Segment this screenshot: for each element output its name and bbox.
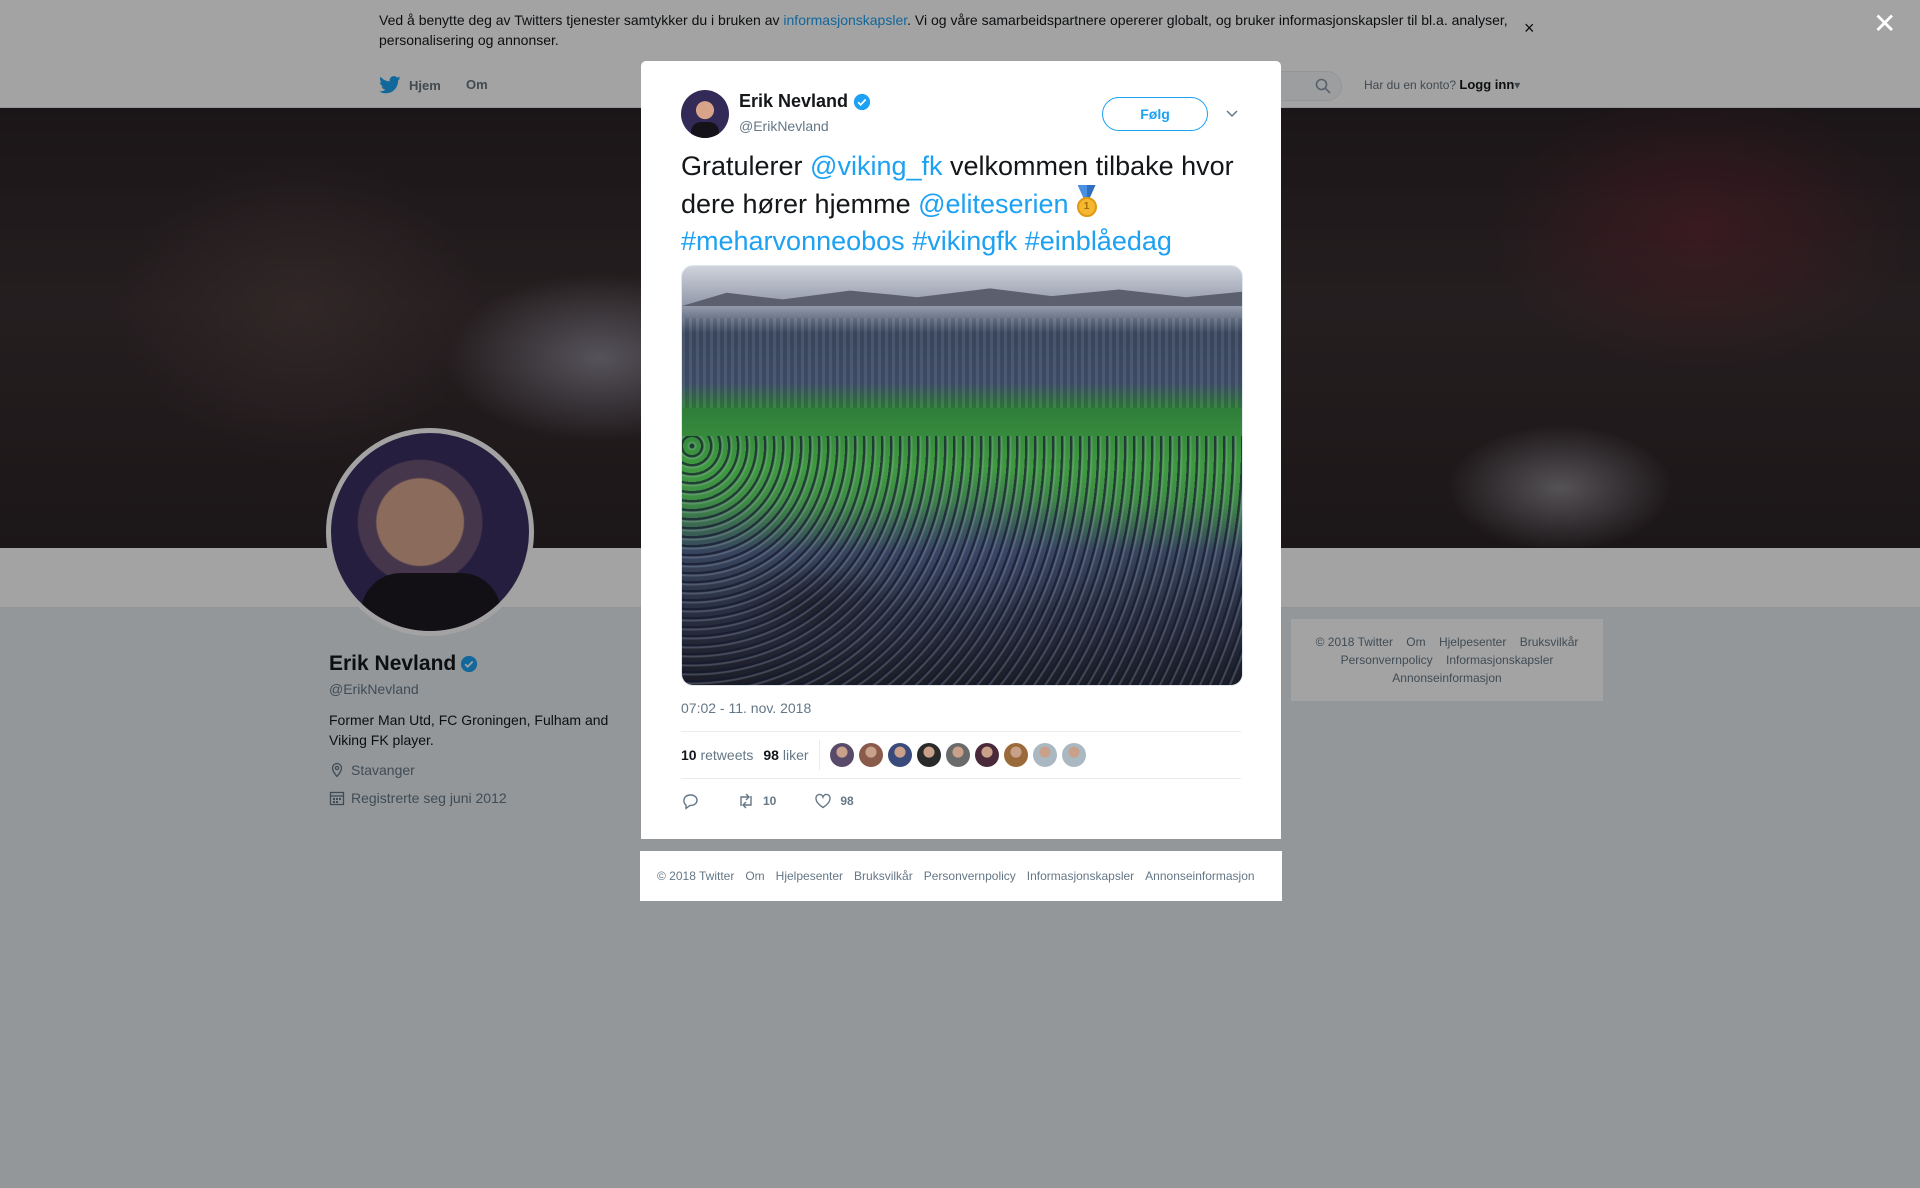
divider <box>818 740 820 770</box>
medal-emoji-icon: 1 <box>1075 185 1099 219</box>
footer-link-privacy[interactable]: Personvernpolicy <box>924 869 1016 883</box>
retweets-count: 10 <box>681 747 697 763</box>
tweet-text-part: Gratulerer <box>681 151 811 181</box>
like-action-count: 98 <box>840 794 854 808</box>
liker-avatar[interactable] <box>887 743 912 767</box>
chevron-down-icon[interactable] <box>1224 105 1240 121</box>
tweet-author-avatar[interactable] <box>681 90 729 138</box>
liker-avatar[interactable] <box>829 743 854 767</box>
modal-footer: © 2018 Twitter Om Hjelpesenter Bruksvilk… <box>640 851 1282 901</box>
liker-avatar[interactable] <box>858 743 883 767</box>
tweet-timestamp[interactable]: 07:02 - 11. nov. 2018 <box>681 700 811 716</box>
heart-icon <box>815 793 832 809</box>
likers-avatars <box>829 743 1086 767</box>
footer-link-ads[interactable]: Annonseinformasjon <box>1145 869 1254 883</box>
tweet-author-name[interactable]: Erik Nevland <box>739 91 871 112</box>
liker-avatar[interactable] <box>974 743 999 767</box>
medal-number: 1 <box>1076 197 1097 217</box>
verified-badge-icon <box>853 93 871 110</box>
retweet-button[interactable]: 10 <box>737 792 776 810</box>
hashtag-link[interactable]: #meharvonneobos <box>681 226 905 256</box>
liker-avatar[interactable] <box>1061 743 1086 767</box>
retweets-label: retweets <box>700 747 754 763</box>
likes-count: 98 <box>763 747 779 763</box>
close-icon[interactable]: ✕ <box>1873 10 1896 38</box>
liker-avatar[interactable] <box>916 743 941 767</box>
likes-stat[interactable]: 98 liker <box>763 747 808 763</box>
reply-button[interactable] <box>681 792 699 810</box>
tweet-actions: 10 98 <box>681 786 1241 816</box>
mention-link[interactable]: @eliteserien <box>918 189 1068 219</box>
tweet-photo[interactable] <box>681 265 1243 686</box>
liker-avatar[interactable] <box>1003 743 1028 767</box>
retweet-action-count: 10 <box>763 794 777 808</box>
tweet-author-handle[interactable]: @ErikNevland <box>739 118 829 134</box>
tweet-stats: 10 retweets 98 liker <box>681 731 1241 779</box>
footer-link-terms[interactable]: Bruksvilkår <box>854 869 913 883</box>
retweet-icon <box>740 793 752 809</box>
mention-link[interactable]: @viking_fk <box>810 151 942 181</box>
liker-avatar[interactable] <box>945 743 970 767</box>
footer-link-about[interactable]: Om <box>745 869 764 883</box>
footer-link-help[interactable]: Hjelpesenter <box>776 869 843 883</box>
retweets-stat[interactable]: 10 retweets <box>681 747 753 763</box>
hashtag-link[interactable]: #einblåedag <box>1025 226 1172 256</box>
liker-avatar[interactable] <box>1032 743 1057 767</box>
reply-icon <box>683 794 698 810</box>
footer-link-cookies[interactable]: Informasjonskapsler <box>1027 869 1134 883</box>
likes-label: liker <box>782 747 809 763</box>
follow-button[interactable]: Følg <box>1102 97 1208 131</box>
footer-copyright: © 2018 Twitter <box>657 869 735 883</box>
tweet-text: Gratulerer @viking_fk velkommen tilbake … <box>681 148 1241 260</box>
tweet-modal: Erik Nevland @ErikNevland Følg Gratulere… <box>641 61 1281 839</box>
tweet-author-name-text: Erik Nevland <box>739 91 849 111</box>
hashtag-link[interactable]: #vikingfk <box>912 226 1017 256</box>
like-button[interactable]: 98 <box>814 792 854 810</box>
